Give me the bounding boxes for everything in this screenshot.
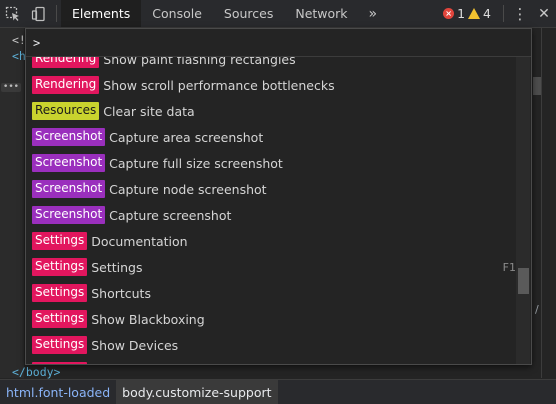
device-mobile-icon <box>31 6 45 21</box>
more-tabs-button[interactable]: » <box>359 0 388 27</box>
command-item[interactable]: Screenshot Capture area screenshot <box>26 124 516 150</box>
command-item[interactable]: Settings Shortcuts <box>26 280 516 306</box>
command-item[interactable]: Rendering Show paint flashing rectangles <box>26 57 516 72</box>
breadcrumb-body[interactable]: body.customize-support <box>116 380 278 404</box>
close-devtools-icon[interactable]: ✕ <box>532 0 556 27</box>
prompt-symbol: > <box>33 35 41 50</box>
category-badge: Rendering <box>32 57 100 68</box>
command-label: Show scroll performance bottlenecks <box>103 77 335 93</box>
category-badge: Settings <box>32 336 88 354</box>
command-item[interactable]: Resources Clear site data <box>26 98 516 124</box>
command-item[interactable]: Screenshot Capture full size screenshot <box>26 150 516 176</box>
tab-elements[interactable]: Elements <box>61 0 142 27</box>
category-badge: Settings <box>32 232 88 250</box>
device-toolbar-button[interactable] <box>26 0 52 27</box>
command-label: Capture screenshot <box>109 207 232 223</box>
category-badge: Settings <box>32 284 88 302</box>
breadcrumb: html.font-loaded body.customize-support <box>0 379 556 404</box>
inspect-cursor-icon <box>5 6 19 21</box>
command-menu: > Rendering Show paint flashing rectangle… <box>25 28 532 365</box>
tab-sources[interactable]: Sources <box>213 0 284 27</box>
command-item[interactable]: Settings Show Devices <box>26 332 516 358</box>
error-count: 1 <box>457 6 466 21</box>
command-label: Clear site data <box>103 103 195 119</box>
command-label: Documentation <box>91 233 188 249</box>
toolbar-divider <box>56 5 57 22</box>
category-badge: Settings <box>32 258 88 276</box>
category-badge: Screenshot <box>32 154 106 172</box>
html-tag-fragment[interactable]: <h <box>12 49 26 63</box>
command-label: Shortcuts <box>91 285 151 301</box>
category-badge: Resources <box>32 102 100 120</box>
error-icon: × <box>443 8 455 19</box>
command-label: Show Blackboxing <box>91 311 205 327</box>
command-list: Rendering Show paint flashing rectangles R… <box>26 57 516 364</box>
toolbar-divider <box>503 5 504 22</box>
category-badge: Settings <box>32 362 88 364</box>
breadcrumb-html[interactable]: html.font-loaded <box>0 380 116 404</box>
issues-counter[interactable]: × 1 4 <box>443 0 491 27</box>
command-item[interactable]: Settings <box>26 358 516 364</box>
tab-network[interactable]: Network <box>284 0 358 27</box>
command-label: Capture node screenshot <box>109 181 267 197</box>
command-label: Show Devices <box>91 337 179 353</box>
inspect-element-button[interactable] <box>0 0 26 27</box>
command-label: Settings <box>91 259 143 275</box>
styles-scrollbar[interactable] <box>533 77 541 95</box>
devtools-toolbar: Elements Console Sources Network » × 1 4… <box>0 0 556 28</box>
command-list-scrollbar[interactable] <box>516 57 530 364</box>
more-options-icon[interactable]: ⋮ <box>508 0 532 27</box>
body-close-tag[interactable]: </body> <box>12 365 60 379</box>
command-label: Show paint flashing rectangles <box>103 57 296 67</box>
keyboard-shortcut: F1 <box>502 260 516 274</box>
command-item[interactable]: Settings Show Blackboxing <box>26 306 516 332</box>
category-badge: Screenshot <box>32 128 106 146</box>
category-badge: Screenshot <box>32 206 106 224</box>
tab-console[interactable]: Console <box>141 0 213 27</box>
styles-fragment: / <box>535 303 539 316</box>
category-badge: Settings <box>32 310 88 328</box>
command-input[interactable] <box>46 34 531 51</box>
scrollbar-thumb[interactable] <box>518 268 529 294</box>
category-badge: Rendering <box>32 76 100 94</box>
category-badge: Screenshot <box>32 180 106 198</box>
doctype-fragment: <! <box>12 33 26 47</box>
command-prompt-row: > <box>26 29 531 57</box>
command-item[interactable]: Screenshot Capture node screenshot <box>26 176 516 202</box>
command-item[interactable]: Settings Documentation <box>26 228 516 254</box>
command-item[interactable]: Settings Settings F1 <box>26 254 516 280</box>
node-ellipsis-button[interactable]: ••• <box>1 83 21 92</box>
command-item[interactable]: Rendering Show scroll performance bottlen… <box>26 72 516 98</box>
sidebar-divider <box>541 28 542 378</box>
warning-icon <box>468 8 481 19</box>
command-label: Capture full size screenshot <box>109 155 283 171</box>
warning-count: 4 <box>483 6 491 21</box>
command-item[interactable]: Screenshot Capture screenshot <box>26 202 516 228</box>
dom-gutter <box>0 28 24 378</box>
command-label: Capture area screenshot <box>109 129 264 145</box>
